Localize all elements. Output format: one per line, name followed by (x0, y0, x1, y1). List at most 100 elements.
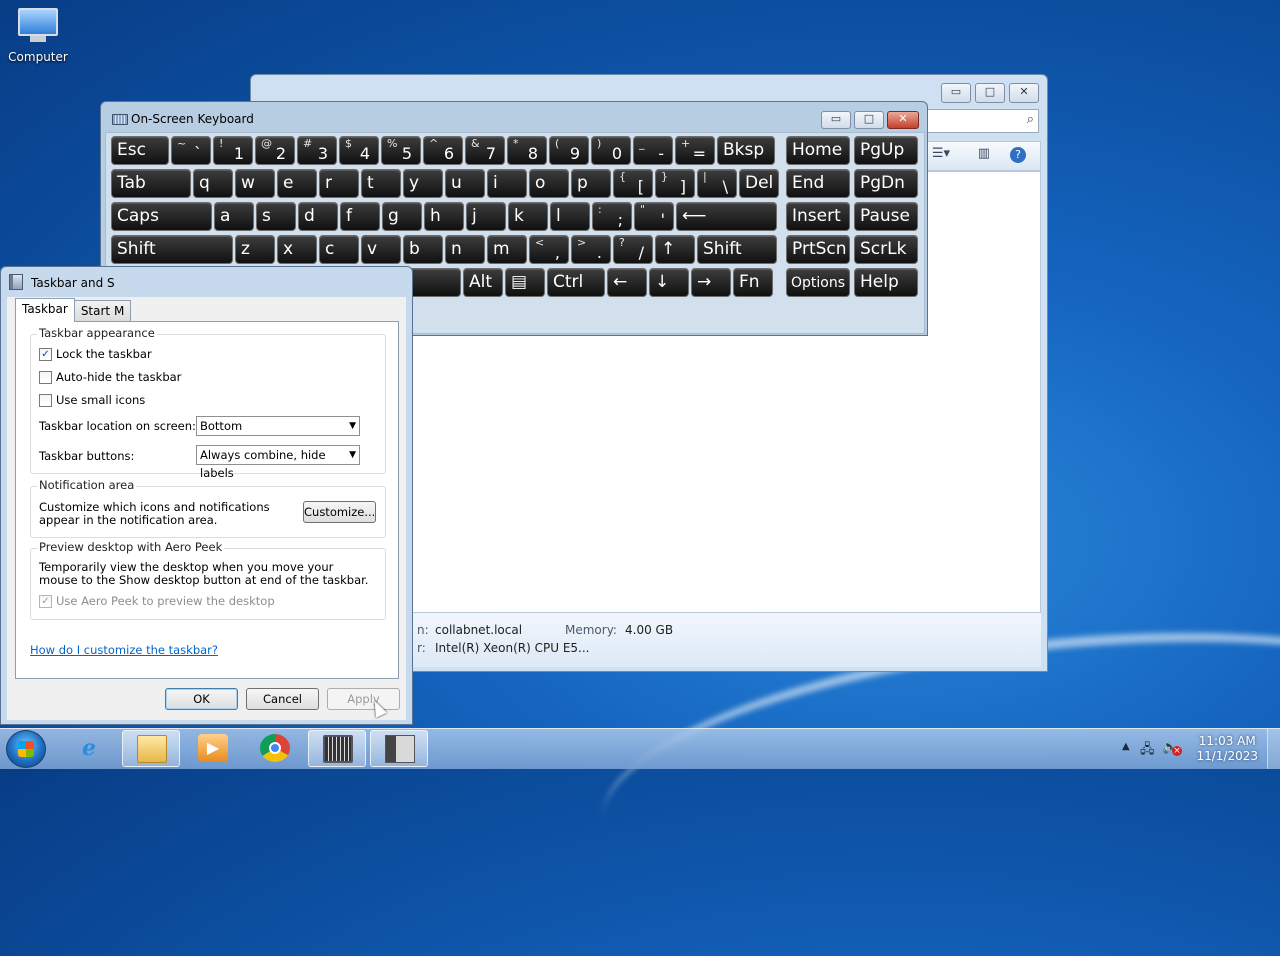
osk-titlebar[interactable]: On-Screen Keyboard ▭ □ ✕ (101, 102, 927, 134)
key-r4k8[interactable]: ↓ (649, 268, 689, 297)
help-icon[interactable]: ? (1010, 147, 1026, 163)
small-icons-checkbox[interactable]: Use small icons (39, 393, 145, 407)
key-r[interactable]: r (319, 169, 359, 198)
views-icon[interactable]: ☰▾ (932, 146, 950, 161)
key-r4k7[interactable]: ← (607, 268, 647, 297)
key-j[interactable]: j (466, 202, 506, 231)
key-e[interactable]: e (277, 169, 317, 198)
key-s[interactable]: s (256, 202, 296, 231)
key-r0k13[interactable]: + = (675, 136, 715, 165)
key-r3k10[interactable]: ? / (613, 235, 653, 264)
taskbar-item-media-player[interactable]: ▶ (184, 730, 242, 767)
key-Bksp[interactable]: Bksp (717, 136, 775, 165)
tab-taskbar[interactable]: Taskbar (15, 298, 75, 322)
auto-hide-checkbox[interactable]: Auto-hide the taskbar (39, 370, 181, 384)
aero-peek-checkbox[interactable]: ✓ Use Aero Peek to preview the desktop (39, 594, 275, 608)
taskbar-buttons-select[interactable]: Always combine, hide labels ▼ (196, 445, 360, 480)
key-z[interactable]: z (235, 235, 275, 264)
explorer-close-button[interactable]: ✕ (1009, 83, 1039, 103)
explorer-search-input[interactable]: ⌕ (925, 109, 1039, 133)
key-q[interactable]: q (193, 169, 233, 198)
key-t[interactable]: t (361, 169, 401, 198)
key-u[interactable]: u (445, 169, 485, 198)
key-8[interactable]: * 8 (507, 136, 547, 165)
key-6[interactable]: ^ 6 (423, 136, 463, 165)
customize-button[interactable]: Customize... (303, 501, 376, 523)
key-r0k12[interactable]: _ - (633, 136, 673, 165)
key-home[interactable]: Home (786, 136, 850, 165)
osk-maximize-button[interactable]: □ (854, 111, 884, 129)
key-Alt[interactable]: Alt (463, 268, 503, 297)
osk-minimize-button[interactable]: ▭ (821, 111, 851, 129)
lock-taskbar-checkbox[interactable]: ✓ Lock the taskbar (39, 347, 152, 361)
ok-button[interactable]: OK (165, 688, 238, 710)
start-button[interactable] (6, 730, 46, 768)
show-hidden-icons-icon[interactable]: ▲ (1122, 741, 1130, 752)
key-r2k12[interactable]: ⟵ (676, 202, 777, 231)
key-Del[interactable]: Del (739, 169, 779, 198)
key-y[interactable]: y (403, 169, 443, 198)
key-pgdn[interactable]: PgDn (854, 169, 918, 198)
key-help[interactable]: Help (854, 268, 918, 297)
key-c[interactable]: c (319, 235, 359, 264)
key-f[interactable]: f (340, 202, 380, 231)
key-r0k1[interactable]: ~ ` (171, 136, 211, 165)
key-scrlk[interactable]: ScrLk (854, 235, 918, 264)
key-r3k9[interactable]: >. (571, 235, 611, 264)
taskbar-item-chrome[interactable] (246, 730, 304, 767)
key-x[interactable]: x (277, 235, 317, 264)
key-b[interactable]: b (403, 235, 443, 264)
key-Tab[interactable]: Tab (111, 169, 191, 198)
taskbar-properties-dialog[interactable]: Taskbar and S Taskbar Start M Taskbar ap… (0, 266, 413, 725)
key-9[interactable]: (9 (549, 136, 589, 165)
key-3[interactable]: #3 (297, 136, 337, 165)
key-pause[interactable]: Pause (854, 202, 918, 231)
key-pgup[interactable]: PgUp (854, 136, 918, 165)
key-Shift[interactable]: Shift (697, 235, 777, 264)
taskbar-location-select[interactable]: Bottom ▼ (196, 416, 360, 436)
key-options[interactable]: Options (786, 268, 850, 297)
key-i[interactable]: i (487, 169, 527, 198)
show-desktop-button[interactable] (1267, 729, 1280, 769)
taskbar-item-on-screen-keyboard[interactable] (308, 730, 366, 767)
taskbar-item-windows-explorer[interactable] (122, 730, 180, 767)
key-g[interactable]: g (382, 202, 422, 231)
key-r2k10[interactable]: :; (592, 202, 632, 231)
key-7[interactable]: & 7 (465, 136, 505, 165)
key-end[interactable]: End (786, 169, 850, 198)
key-5[interactable]: % 5 (381, 136, 421, 165)
taskbar-item-taskbar-properties[interactable] (370, 730, 428, 767)
key-insert[interactable]: Insert (786, 202, 850, 231)
key-r1k13[interactable]: | \ (697, 169, 737, 198)
key-0[interactable]: ) 0 (591, 136, 631, 165)
key-w[interactable]: w (235, 169, 275, 198)
cancel-button[interactable]: Cancel (246, 688, 319, 710)
key-Esc[interactable]: Esc (111, 136, 169, 165)
key-o[interactable]: o (529, 169, 569, 198)
key-r4k9[interactable]: → (691, 268, 731, 297)
key-n[interactable]: n (445, 235, 485, 264)
key-a[interactable]: a (214, 202, 254, 231)
key-r3k8[interactable]: <, (529, 235, 569, 264)
osk-close-button[interactable]: ✕ (887, 111, 919, 129)
preview-pane-icon[interactable]: ▥ (978, 146, 990, 161)
help-link[interactable]: How do I customize the taskbar? (30, 643, 218, 657)
desktop-icon-computer[interactable]: Computer (4, 8, 72, 64)
key-4[interactable]: $4 (339, 136, 379, 165)
taskbar-item-internet-explorer[interactable]: e (60, 730, 118, 767)
key-r4k5[interactable]: ▤ (505, 268, 545, 297)
key-k[interactable]: k (508, 202, 548, 231)
key-r1k12[interactable]: }] (655, 169, 695, 198)
key-Ctrl[interactable]: Ctrl (547, 268, 605, 297)
key-2[interactable]: @2 (255, 136, 295, 165)
key-Fn[interactable]: Fn (733, 268, 773, 297)
key-p[interactable]: p (571, 169, 611, 198)
key-1[interactable]: ! 1 (213, 136, 253, 165)
key-Shift[interactable]: Shift (111, 235, 233, 264)
clock[interactable]: 11:03 AM 11/1/2023 (1196, 734, 1258, 764)
tab-start-menu[interactable]: Start M (73, 300, 132, 321)
key-r1k11[interactable]: {[ (613, 169, 653, 198)
key-prtscn[interactable]: PrtScn (786, 235, 850, 264)
key-h[interactable]: h (424, 202, 464, 231)
key-r2k11[interactable]: " ' (634, 202, 674, 231)
